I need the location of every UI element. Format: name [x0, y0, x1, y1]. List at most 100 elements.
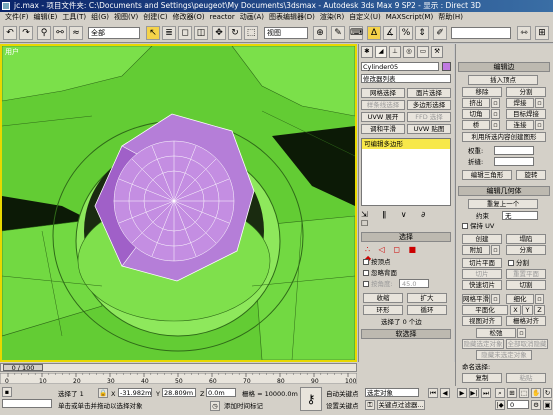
- mirror-icon[interactable]: ⇿: [517, 26, 531, 40]
- percent-snap-icon[interactable]: %: [399, 26, 413, 40]
- planar-z-button[interactable]: Z: [534, 305, 545, 315]
- menu-item-4[interactable]: 视图(V): [114, 13, 138, 21]
- preserve-uv-checkbox[interactable]: [462, 223, 468, 229]
- select-object-icon[interactable]: ↖: [146, 26, 160, 40]
- slice-plane-button[interactable]: 切片平面: [462, 258, 502, 268]
- attach-list-icon[interactable]: ▫: [491, 245, 500, 255]
- uvw-map-button[interactable]: UVW 贴图: [407, 124, 451, 134]
- select-by-name-icon[interactable]: ≣: [162, 26, 176, 40]
- time-tag-icon[interactable]: ◷: [210, 401, 220, 411]
- viewport-user[interactable]: 用户: [0, 44, 357, 362]
- window-crossing-icon[interactable]: ◫: [194, 26, 208, 40]
- remove-button[interactable]: 移除: [462, 87, 502, 97]
- ffd-select-button[interactable]: FFD 选择: [407, 112, 451, 122]
- detach-button[interactable]: 分离: [506, 245, 546, 255]
- target-weld-button[interactable]: 目标焊接: [506, 109, 546, 119]
- paste-button[interactable]: 粘贴: [506, 373, 546, 383]
- grid-align-button[interactable]: 栅格对齐: [506, 316, 546, 326]
- edit-geometry-rollout-header[interactable]: 编辑几何体: [458, 186, 550, 196]
- mesh-select-button[interactable]: 网格选择: [361, 88, 405, 98]
- weld-button[interactable]: 焊接: [506, 98, 534, 108]
- edit-triangulation-button[interactable]: 编辑三角形: [462, 170, 512, 180]
- select-move-icon[interactable]: ✥: [212, 26, 226, 40]
- collapse-button[interactable]: 塌陷: [506, 234, 546, 244]
- planar-y-button[interactable]: Y: [522, 305, 533, 315]
- create-shape-button[interactable]: 利用所选内容创建图形: [462, 132, 546, 142]
- zoom-extents-icon[interactable]: ⬚: [519, 388, 529, 398]
- attach-button[interactable]: 附加: [462, 245, 490, 255]
- poly-select-button[interactable]: 多边形选择: [407, 100, 451, 110]
- keyboard-shortcut-icon[interactable]: ⌨: [349, 26, 363, 40]
- grow-button[interactable]: 扩大: [407, 293, 447, 303]
- menu-item-7[interactable]: reactor: [210, 13, 235, 21]
- pan-icon[interactable]: ✋: [531, 388, 541, 398]
- relax-settings-icon[interactable]: ▫: [517, 328, 526, 338]
- zoom-icon[interactable]: ⌕: [495, 388, 505, 398]
- link-icon[interactable]: ⚲: [37, 26, 51, 40]
- weight-input[interactable]: [494, 146, 534, 155]
- select-manipulate-icon[interactable]: ✎: [331, 26, 345, 40]
- shrink-button[interactable]: 收缩: [363, 293, 403, 303]
- reset-plane-button[interactable]: 重置平面: [506, 269, 546, 279]
- angle-input[interactable]: 45.0: [399, 279, 429, 288]
- menu-item-3[interactable]: 组(G): [91, 13, 109, 21]
- stack-toolbar[interactable]: ⇲ ǁ ∨ ∂ ☐: [361, 210, 451, 228]
- key-filter-icon[interactable]: ⚿: [365, 400, 375, 410]
- split-checkbox[interactable]: [508, 260, 514, 266]
- menu-item-5[interactable]: 创建(C): [143, 13, 167, 21]
- turn-button[interactable]: 旋转: [516, 170, 546, 180]
- extrude-button[interactable]: 挤出: [462, 98, 490, 108]
- pivot-center-icon[interactable]: ⊕: [313, 26, 327, 40]
- maximize-viewport-icon[interactable]: ▣: [543, 400, 552, 410]
- previous-frame-icon[interactable]: ◀: [440, 388, 450, 398]
- spinner-snap-icon[interactable]: ⇕: [415, 26, 429, 40]
- menu-item-1[interactable]: 编辑(E): [34, 13, 58, 21]
- x-coordinate-field[interactable]: -31.982m: [118, 388, 152, 397]
- align-icon[interactable]: ⊞: [535, 26, 549, 40]
- go-to-start-icon[interactable]: ⏮: [428, 388, 438, 398]
- object-color-swatch[interactable]: [442, 62, 451, 71]
- menu-item-8[interactable]: 动画(A): [240, 13, 264, 21]
- split-button[interactable]: 分割: [506, 87, 546, 97]
- menu-item-11[interactable]: 自定义(U): [349, 13, 381, 21]
- utilities-tab-icon[interactable]: ⚒: [431, 46, 443, 58]
- constraints-dropdown[interactable]: 无: [502, 211, 538, 220]
- modifier-list-dropdown[interactable]: 修改器列表: [361, 74, 451, 83]
- select-scale-icon[interactable]: ⬚: [244, 26, 258, 40]
- zoom-all-icon[interactable]: ⊞: [507, 388, 517, 398]
- key-mode-dropdown[interactable]: 选定对象: [365, 388, 419, 397]
- key-mode-toggle-icon[interactable]: |◆: [495, 400, 505, 410]
- named-selection-dropdown[interactable]: [451, 27, 511, 39]
- meshsmooth-settings-icon[interactable]: ▫: [491, 294, 500, 304]
- setkey-button[interactable]: 设置关键点: [326, 402, 359, 410]
- uvw-unwrap-button[interactable]: UVW 展开: [361, 112, 405, 122]
- loop-button[interactable]: 循环: [407, 305, 447, 315]
- time-config-icon[interactable]: ⚙: [531, 400, 541, 410]
- chamfer-button[interactable]: 切角: [462, 109, 490, 119]
- unlink-icon[interactable]: ⚯: [53, 26, 67, 40]
- spline-select-button[interactable]: 样条线选择: [361, 100, 405, 110]
- add-time-tag-label[interactable]: 添加时间标记: [224, 402, 263, 410]
- bridge-button[interactable]: 桥: [462, 120, 490, 130]
- play-icon[interactable]: ▶: [457, 388, 467, 398]
- maxscript-listener[interactable]: [2, 399, 52, 408]
- menu-item-0[interactable]: 文件(F): [5, 13, 29, 21]
- set-key-icon[interactable]: ⚷: [300, 387, 322, 411]
- meshsmooth-button[interactable]: 网格平滑: [462, 294, 490, 304]
- relax-button[interactable]: 松弛: [476, 328, 516, 338]
- create-button[interactable]: 创建: [462, 234, 502, 244]
- modify-tab-icon[interactable]: ◢: [375, 46, 387, 58]
- by-angle-checkbox[interactable]: [363, 281, 369, 287]
- display-tab-icon[interactable]: ▭: [417, 46, 429, 58]
- copy-button[interactable]: 复制: [462, 373, 502, 383]
- modifier-stack[interactable]: 可编辑多边形: [361, 138, 451, 206]
- by-vertex-checkbox[interactable]: [363, 259, 369, 265]
- tessellate-button[interactable]: 细化: [506, 294, 534, 304]
- turbosmooth-button[interactable]: 调和平滑: [361, 124, 405, 134]
- subobject-level-icons[interactable]: ∴ ◁ ◻ ■ ◆: [365, 245, 425, 263]
- select-rotate-icon[interactable]: ↻: [228, 26, 242, 40]
- edit-edges-rollout-header[interactable]: 编辑边: [458, 62, 550, 72]
- y-coordinate-field[interactable]: 28.809m: [162, 388, 196, 397]
- stack-item[interactable]: 可编辑多边形: [362, 139, 450, 149]
- object-name-field[interactable]: Cylinder05: [361, 62, 439, 71]
